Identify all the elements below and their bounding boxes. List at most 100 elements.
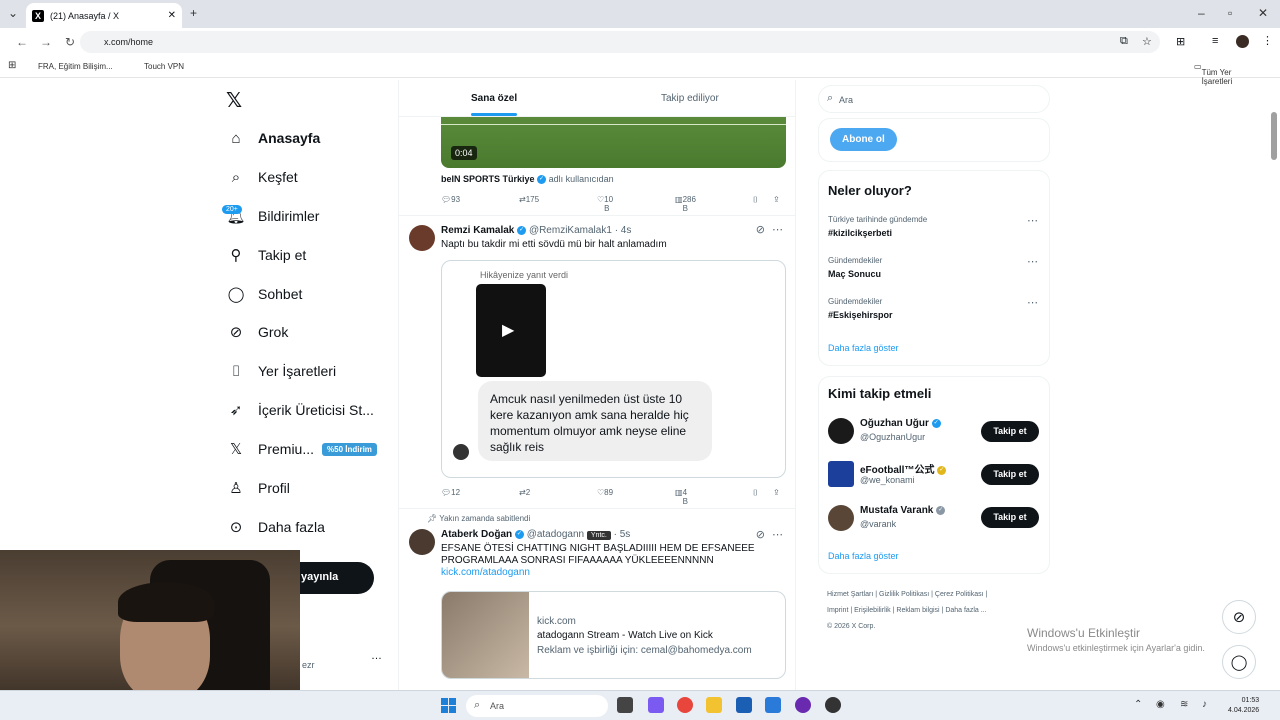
tab-following[interactable]: Takip ediliyor <box>661 93 719 104</box>
author-handle[interactable]: @atadogann <box>527 529 584 540</box>
wifi-icon[interactable]: ≋ <box>1180 699 1188 710</box>
grok-post-icon[interactable]: ⊘ <box>756 528 765 541</box>
nav-creator-studio[interactable]: ➶ İçerik Üreticisi St... <box>226 395 374 425</box>
nav-profile[interactable]: ♙ Profil <box>226 473 290 503</box>
app-icon[interactable] <box>795 697 811 713</box>
volume-icon[interactable]: ♪ <box>1202 699 1207 710</box>
story-thumbnail[interactable]: ▶ <box>476 284 546 377</box>
link-preview-card[interactable]: kick.com atadogann Stream - Watch Live o… <box>441 591 786 679</box>
attribution-name[interactable]: beIN SPORTS Türkiye <box>441 174 535 184</box>
store-icon[interactable] <box>736 697 752 713</box>
menu-icon[interactable]: ⋮ <box>1262 34 1273 47</box>
nav-follow[interactable]: ⚲ Takip et <box>226 240 307 270</box>
bookmark-2[interactable]: Touch VPN <box>144 62 184 71</box>
star-icon[interactable]: ☆ <box>1142 35 1152 48</box>
footer-link[interactable]: Erişilebilirlik <box>854 607 891 614</box>
nav-more[interactable]: ⊙ Daha fazla <box>226 512 325 542</box>
task-view-icon[interactable] <box>617 697 633 713</box>
share-icon[interactable]: ⇪ <box>773 488 780 497</box>
trend-item[interactable]: Maç Sonucu <box>828 269 881 279</box>
author-name[interactable]: Remzi Kamalak <box>441 225 514 236</box>
browser-tab[interactable]: X (21) Anasayfa / X ✕ <box>26 3 182 28</box>
file-explorer-icon[interactable] <box>706 697 722 713</box>
like-button[interactable]: ♡ 89 <box>597 488 613 497</box>
taskbar-search[interactable]: ⌕ Ara <box>466 695 608 717</box>
back-icon[interactable]: ← <box>10 35 34 49</box>
chrome-icon[interactable] <box>677 697 693 713</box>
follow-button[interactable]: Takip et <box>981 507 1039 528</box>
grok-post-icon[interactable]: ⊘ <box>756 223 765 236</box>
copilot-icon[interactable] <box>648 697 664 713</box>
trends-show-more[interactable]: Daha fazla göster <box>828 343 899 353</box>
post-time[interactable]: · 4s <box>615 225 632 236</box>
avatar[interactable] <box>409 529 435 555</box>
footer-link[interactable]: Reklam bilgisi <box>896 607 939 614</box>
nav-bookmarks[interactable]: ⌷ Yer İşaretleri <box>226 356 336 386</box>
suggestion-name[interactable]: Mustafa Varank ✓ <box>860 505 946 516</box>
follow-button[interactable]: Takip et <box>981 464 1039 485</box>
post-link[interactable]: kick.com/atadogann <box>441 567 530 578</box>
trend-more-icon[interactable]: ⋯ <box>1027 296 1038 309</box>
apps-icon[interactable]: ⊞ <box>8 60 16 71</box>
mail-icon[interactable] <box>765 697 781 713</box>
tray-chevron-icon[interactable]: ⌃ <box>1134 699 1142 710</box>
footer-link[interactable]: Imprint <box>827 607 848 614</box>
obs-icon[interactable] <box>825 697 841 713</box>
close-window-icon[interactable]: ✕ <box>1258 6 1268 20</box>
url-field[interactable]: x.com/home <box>80 31 1160 53</box>
trend-more-icon[interactable]: ⋯ <box>1027 255 1038 268</box>
minimize-icon[interactable]: – <box>1198 6 1205 20</box>
system-clock[interactable]: 01:53 4.04.2026 <box>1228 696 1259 716</box>
post-more-icon[interactable]: ⋯ <box>772 528 783 541</box>
windows-start-icon[interactable] <box>441 698 456 713</box>
repost-button[interactable]: ⇄ 175 <box>519 195 539 204</box>
nav-premium[interactable]: 𝕏 Premiu... %50 İndirim <box>226 434 377 464</box>
account-more-icon[interactable]: … <box>371 650 382 662</box>
go-live-button[interactable]: yayınla <box>300 562 374 594</box>
trend-item[interactable]: #Eskişehirspor <box>828 310 893 320</box>
trend-more-icon[interactable]: ⋯ <box>1027 214 1038 227</box>
who-show-more[interactable]: Daha fazla göster <box>828 551 899 561</box>
grok-float-button[interactable]: ⊘ <box>1222 600 1256 634</box>
profile-avatar[interactable] <box>1236 35 1249 48</box>
tab-list-icon[interactable]: ⌄ <box>8 6 18 20</box>
efootball-logo[interactable] <box>828 461 854 487</box>
avatar[interactable] <box>409 225 435 251</box>
avatar[interactable] <box>828 418 854 444</box>
nav-chat[interactable]: ◯ Sohbet <box>226 279 303 309</box>
maximize-icon[interactable]: ▫ <box>1228 6 1232 20</box>
all-bookmarks[interactable]: ▭ Tüm Yer İşaretleri <box>1194 62 1232 86</box>
nav-grok[interactable]: ⊘ Grok <box>226 317 289 347</box>
avatar[interactable] <box>828 505 854 531</box>
reply-button[interactable]: 💬︎ 12 <box>441 488 460 497</box>
network-tray-icon[interactable]: ◉ <box>1156 699 1165 710</box>
trend-item[interactable]: #kizilcikşerbeti <box>828 228 892 238</box>
extensions-icon[interactable]: ⊞ <box>1176 35 1185 48</box>
views-button[interactable]: ▥ 286 B <box>675 195 696 213</box>
forward-icon[interactable]: → <box>34 35 58 49</box>
repost-button[interactable]: ⇄ 2 <box>519 488 530 497</box>
author-name[interactable]: Ataberk Doğan <box>441 529 512 540</box>
video-player[interactable]: 0:04 <box>441 116 786 168</box>
scrollbar[interactable] <box>1271 112 1277 160</box>
bookmark-post-icon[interactable]: ⌷ <box>753 195 758 205</box>
tab-for-you[interactable]: Sana özel <box>471 93 517 104</box>
messages-float-button[interactable]: ◯ <box>1222 645 1256 679</box>
share-icon[interactable]: ⇪ <box>773 195 780 204</box>
nav-home[interactable]: ⌂ Anasayfa <box>226 123 320 153</box>
close-tab-icon[interactable]: ✕ <box>168 10 176 21</box>
reading-list-icon[interactable]: ≡ <box>1212 35 1218 47</box>
new-tab-icon[interactable]: + <box>190 6 197 20</box>
x-logo-icon[interactable]: 𝕏 <box>226 88 242 113</box>
bookmark-post-icon[interactable]: ⌷ <box>753 488 758 498</box>
reload-icon[interactable]: ↻ <box>58 35 82 49</box>
author-handle[interactable]: @RemziKamalak1 <box>529 225 612 236</box>
search-input[interactable]: ⌕ Ara <box>818 85 1050 113</box>
install-icon[interactable]: ⧉ <box>1120 35 1128 48</box>
footer-link[interactable]: Hizmet Şartları <box>827 591 873 598</box>
suggestion-name[interactable]: eFootball™公式 ✓ <box>860 461 947 476</box>
footer-link[interactable]: Gizlilik Politikası <box>879 591 929 598</box>
bookmark-1[interactable]: FRA, Eğitim Bilişim... <box>38 62 113 71</box>
footer-link[interactable]: Çerez Politikası <box>935 591 984 598</box>
post-time[interactable]: · 5s <box>614 529 631 540</box>
